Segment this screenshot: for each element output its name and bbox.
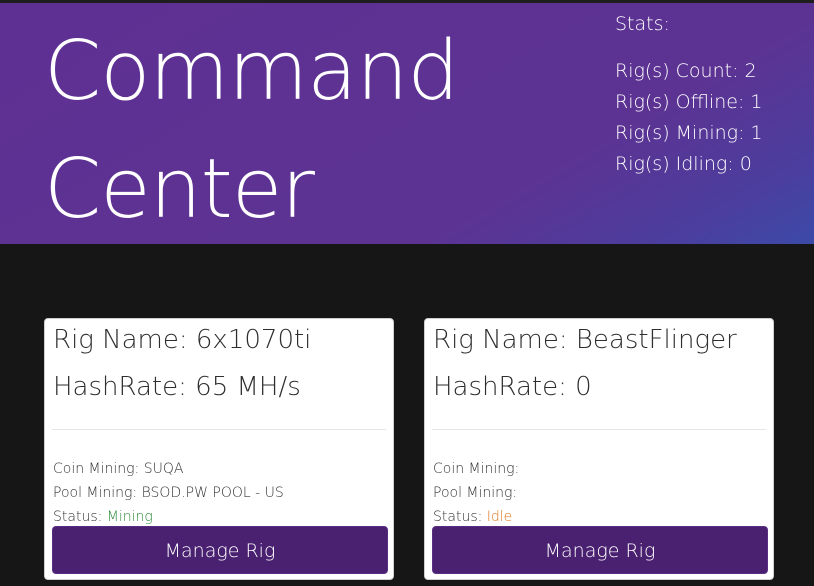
rig-hashrate: HashRate: 0 [433, 372, 592, 402]
manage-rig-button[interactable]: Manage Rig [52, 526, 388, 574]
header-banner: Command Center Stats: Rig(s) Count: 2 Ri… [0, 3, 814, 244]
rig-coin-mining: Coin Mining: SUQA [53, 461, 184, 477]
page-title-line-1: Command [44, 24, 459, 119]
rig-name: Rig Name: BeastFlinger [433, 325, 737, 355]
rig-card: Rig Name: 6x1070ti HashRate: 65 MH/s Coi… [44, 318, 394, 580]
rig-hashrate: HashRate: 65 MH/s [53, 372, 301, 402]
rig-name: Rig Name: 6x1070ti [53, 325, 312, 355]
stat-rig-idling: Rig(s) Idling: 0 [615, 153, 752, 175]
stats-panel: Stats: Rig(s) Count: 2 Rig(s) Offline: 1… [615, 9, 763, 180]
rig-coin-mining: Coin Mining: [433, 461, 520, 477]
stat-rig-count: Rig(s) Count: 2 [615, 60, 757, 82]
rig-details: Coin Mining: SUQA Pool Mining: BSOD.PW P… [53, 457, 284, 529]
card-divider [432, 429, 766, 430]
rig-pool-mining: Pool Mining: BSOD.PW POOL - US [53, 485, 284, 501]
manage-rig-button[interactable]: Manage Rig [432, 526, 768, 574]
rig-status-value: Mining [106, 509, 153, 525]
card-divider [52, 429, 386, 430]
rig-status-value: Idle [486, 509, 513, 525]
page-title: Command Center [44, 13, 459, 249]
stats-heading: Stats: [615, 13, 670, 35]
rig-details: Coin Mining: Pool Mining: Status: Idle [433, 457, 519, 529]
rig-pool-mining: Pool Mining: [433, 485, 518, 501]
rig-card: Rig Name: BeastFlinger HashRate: 0 Coin … [424, 318, 774, 580]
stat-rig-mining: Rig(s) Mining: 1 [615, 122, 763, 144]
rig-status-label: Status: [53, 509, 107, 525]
stat-rig-offline: Rig(s) Offline: 1 [615, 91, 763, 113]
page-title-line-2: Center [44, 142, 315, 237]
rig-status-label: Status: [433, 509, 487, 525]
